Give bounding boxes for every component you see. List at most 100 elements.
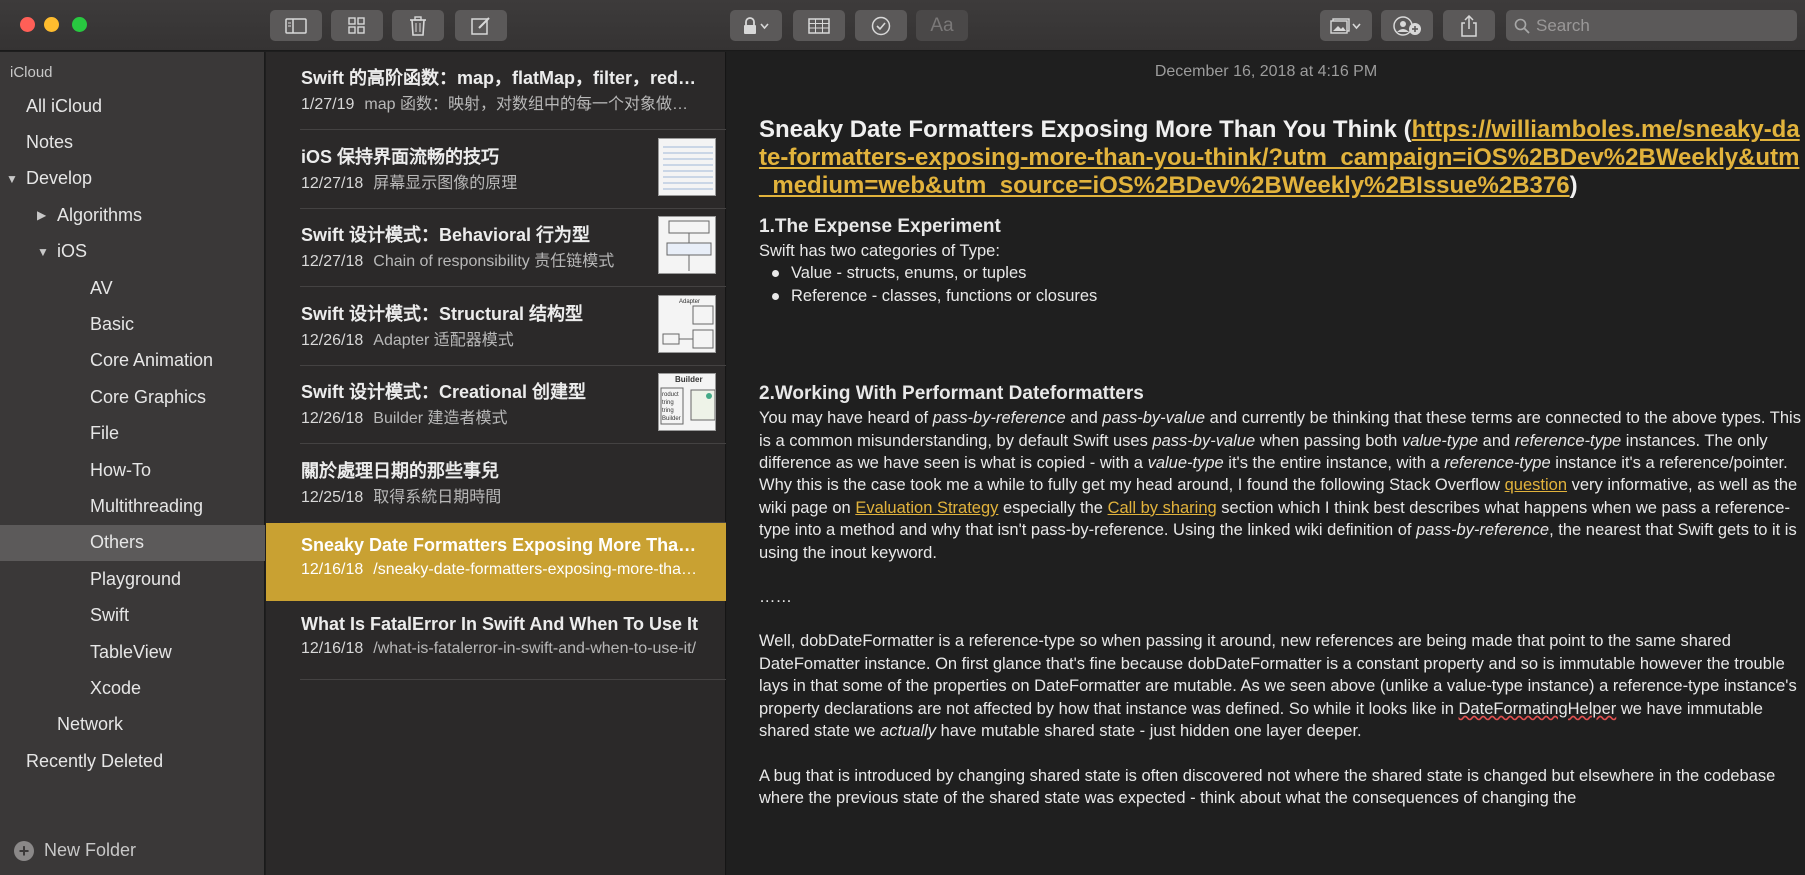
note-preview: map 函数：映射，对数组中的每一个对象做一次运算 [364,96,701,113]
note-preview: 取得系統日期時間 [373,488,502,506]
sidebar-item-label: All iCloud [26,95,103,116]
sidebar-item-recently-deleted[interactable]: Recently Deleted [0,743,265,779]
note-body[interactable]: Sneaky Date Formatters Exposing More Tha… [759,116,1804,809]
thumbnail-label: roduct [662,392,679,398]
sidebar-item-playground[interactable]: Playground [0,561,265,597]
bullet-item: Value - structs, enums, or tuples [759,262,1804,284]
note-thumbnail [658,216,716,274]
new-note-button[interactable] [455,10,507,41]
table-button[interactable] [793,10,845,41]
sidebar-item-label: Multithreading [90,495,204,516]
note-thumbnail: Builder roduct tring tring Builder [658,373,716,431]
note-meta: 1/27/19 map 函数：映射，对数组中的每一个对象做一次运算 [301,90,701,114]
sidebar-item-core-animation[interactable]: Core Animation [0,343,265,379]
note-editor[interactable]: December 16, 2018 at 4:16 PM Sneaky Date… [727,52,1805,875]
note-date: 12/27/18 [301,174,364,192]
note-title: Swift 的高阶函数：map，flatMap，filter，reduce [301,68,701,88]
sidebar-item-label: Recently Deleted [26,750,164,771]
thumbnail-label: tring [662,400,674,406]
note-meta: 12/27/18 屏幕显示图像的原理 [301,169,646,193]
close-window-button[interactable] [20,17,35,32]
sidebar-item-ios[interactable]: ▼ iOS [0,234,265,270]
section-heading-1: 1.The Expense Experiment [759,216,1001,237]
sidebar-item-xcode[interactable]: Xcode [0,670,265,706]
delete-note-button[interactable] [392,10,444,41]
note-title: Sneaky Date Formatters Exposing More Tha… [759,116,1804,200]
gallery-view-button[interactable] [331,10,383,41]
note-date: 12/25/18 [301,488,364,506]
lock-note-button[interactable] [730,10,782,41]
call-by-sharing-link[interactable]: Call by sharing [1108,499,1217,517]
disclosure-open-icon[interactable]: ▼ [37,245,51,259]
note-list-item[interactable]: What Is FatalError In Swift And When To … [266,602,726,680]
note-date: 12/16/18 [301,639,364,657]
disclosure-open-icon[interactable]: ▼ [6,172,20,186]
sidebar-item-swift[interactable]: Swift [0,598,265,634]
note-preview: 屏幕显示图像的原理 [373,174,518,192]
section-heading-2: 2.Working With Performant Dateformatters [759,383,1144,405]
misspelled-word: DateFormatingHelper [1458,699,1617,718]
sidebar-item-file[interactable]: File [0,416,265,452]
note-list-item[interactable]: Swift 的高阶函数：map，flatMap，filter，reduce 1/2… [266,52,726,130]
note-list-item[interactable]: Swift 设计模式：Creational 创建型 12/26/18 Builder… [266,366,726,444]
sidebar-item-others[interactable]: Others [0,524,265,561]
sidebar-item-label: Develop [26,168,93,189]
thumbnail-caption: Builder [675,375,703,384]
note-preview: Chain of responsibility 责任链模式 [373,253,615,270]
note-list-item[interactable]: Swift 设计模式：Structural 结构型 12/26/18 Adapter… [266,288,726,366]
sidebar-item-av[interactable]: AV [0,270,265,306]
sidebar-item-all-icloud[interactable]: All iCloud [0,88,265,124]
note-meta: 12/26/18 Adapter 适配器模式 [301,326,646,350]
note-meta: 12/26/18 Builder 建造者模式 [301,404,646,428]
search-input[interactable] [1536,15,1786,36]
sidebar-item-develop[interactable]: ▼ Develop [0,161,265,197]
new-folder-button[interactable]: + New Folder [14,840,136,861]
sidebar-item-notes[interactable]: Notes [0,124,265,160]
sidebar-item-label: AV [90,277,113,298]
checklist-button[interactable] [855,10,907,41]
disclosure-closed-icon[interactable]: ▶ [37,208,51,222]
note-date: 12/26/18 [301,331,364,349]
table-icon [808,17,830,34]
note-meta: 12/16/18/what-is-fatalerror-in-swift-and… [301,640,701,658]
note-preview: /sneaky-date-formatters-exposing-more-th… [373,561,701,578]
sidebar-item-network[interactable]: Network [0,707,265,743]
share-icon [1461,14,1477,37]
add-people-button[interactable] [1381,10,1433,41]
sidebar-item-basic[interactable]: Basic [0,306,265,342]
note-list: Swift 的高阶函数：map，flatMap，filter，reduce 1/2… [266,52,726,875]
note-title: iOS 保持界面流畅的技巧 [301,146,500,167]
add-person-icon [1393,15,1421,36]
note-preview: /what-is-fatalerror-in-swift-and-when-to… [373,639,697,657]
note-list-item[interactable]: 關於處理日期的那些事兒 12/25/18 取得系統日期時間 [266,445,726,523]
question-link[interactable]: question [1505,476,1567,494]
compose-icon [471,16,490,35]
note-list-item[interactable]: Swift 设计模式：Behavioral 行为型 12/27/18 Chain o… [266,209,726,287]
zoom-window-button[interactable] [72,17,87,32]
photo-icon [1330,17,1361,34]
note-meta: 12/16/18/sneaky-date-formatters-exposing… [301,561,701,579]
note-title: Swift 设计模式：Creational 创建型 [301,382,587,402]
sidebar-item-how-to[interactable]: How-To [0,452,265,488]
note-date: December 16, 2018 at 4:16 PM [1154,63,1378,80]
paragraph-4: A bug that is introduced by changing sha… [759,766,1776,807]
note-thumbnail: Adapter [658,294,716,353]
note-list-item[interactable]: Sneaky Date Formatters Exposing More Tha… [266,523,726,601]
format-text-button[interactable]: Aa [916,10,968,41]
sidebar-item-multithreading[interactable]: Multithreading [0,488,265,524]
new-folder-label: New Folder [44,840,137,860]
toggle-sidebar-button[interactable] [270,10,322,41]
minimize-window-button[interactable] [44,17,59,32]
add-media-button[interactable] [1320,10,1372,41]
sidebar-item-algorithms[interactable]: ▶ Algorithms [0,197,265,233]
note-list-item[interactable]: iOS 保持界面流畅的技巧 12/27/18 屏幕显示图像的原理 [266,131,726,209]
share-button[interactable] [1443,10,1495,41]
evaluation-strategy-link[interactable]: Evaluation Strategy [855,499,998,517]
note-title: What Is FatalError In Swift And When To … [301,613,699,634]
sidebar-item-tableview[interactable]: TableView [0,634,265,670]
sidebar-item-label: Core Animation [90,350,214,371]
sidebar-item-label: Xcode [90,677,142,698]
sidebar-item-core-graphics[interactable]: Core Graphics [0,379,265,415]
sidebar-item-label: Algorithms [57,204,143,225]
search-field[interactable] [1506,10,1797,41]
